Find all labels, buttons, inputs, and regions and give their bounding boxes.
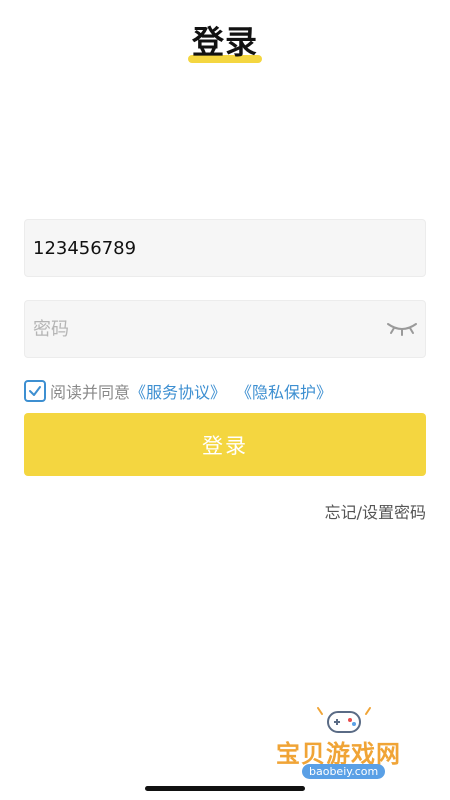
- checkmark-icon: [29, 386, 41, 396]
- eye-closed-icon[interactable]: [385, 319, 419, 339]
- phone-field[interactable]: [24, 219, 426, 277]
- agreement-row: 阅读并同意 《服务协议》 《隐私保护》: [24, 378, 332, 404]
- agreement-text: 阅读并同意: [50, 383, 131, 402]
- watermark-url: baobeiy.com: [302, 764, 386, 779]
- password-input[interactable]: [33, 301, 383, 357]
- forgot-password-link[interactable]: 忘记/设置密码: [325, 499, 426, 523]
- terms-of-service-link[interactable]: 《服务协议》: [130, 379, 226, 403]
- agreement-checkbox[interactable]: [24, 380, 46, 402]
- password-field[interactable]: [24, 300, 426, 358]
- home-indicator[interactable]: [145, 786, 305, 791]
- login-button[interactable]: 登录: [24, 413, 426, 476]
- watermark: 宝贝游戏网 baobeiy.com: [270, 706, 420, 792]
- phone-input[interactable]: [33, 220, 383, 276]
- page-header: 登录: [0, 22, 450, 66]
- privacy-policy-link[interactable]: 《隐私保护》: [236, 379, 332, 403]
- page-title: 登录: [191, 23, 258, 61]
